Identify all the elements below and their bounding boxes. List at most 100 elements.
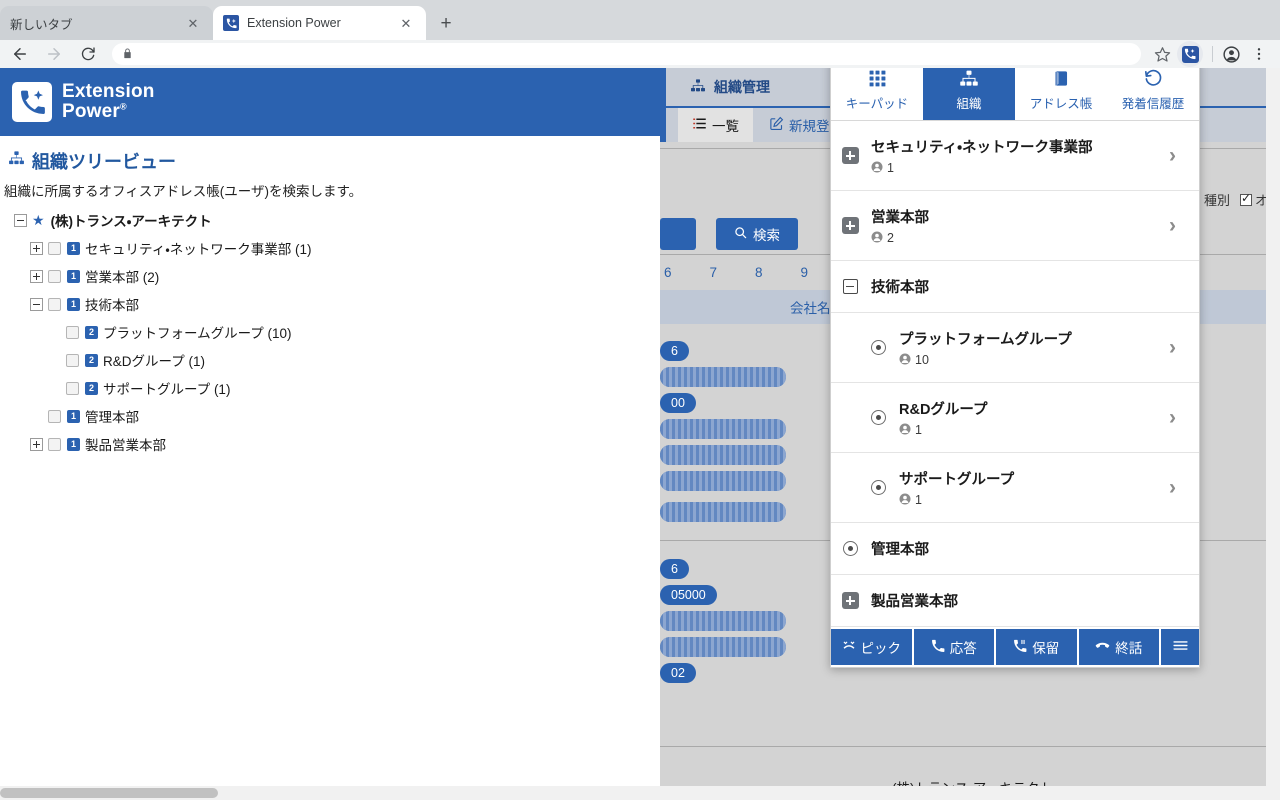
- pagination-link[interactable]: 6: [664, 265, 672, 280]
- menu-icon[interactable]: [1246, 41, 1272, 67]
- tab-list[interactable]: 一覧: [678, 108, 753, 142]
- popup-org-row[interactable]: 製品営業本部: [831, 575, 1199, 627]
- phone-number-pill[interactable]: 6: [660, 341, 689, 361]
- filter-checkbox-option[interactable]: オ: [1239, 190, 1268, 209]
- phone-number-pill[interactable]: 0-: [660, 445, 786, 465]
- popup-org-row[interactable]: サポートグループ 1 ›: [831, 453, 1199, 523]
- pagination-link[interactable]: 8: [755, 265, 763, 280]
- extension-power-toolbar-button[interactable]: [1177, 41, 1203, 67]
- address-bar[interactable]: [112, 43, 1141, 65]
- phone-number-pill[interactable]: 05000: [660, 585, 717, 605]
- chevron-right-icon[interactable]: ›: [1169, 477, 1187, 498]
- popup-org-row[interactable]: 管理本部: [831, 523, 1199, 575]
- pagination-link[interactable]: 9: [801, 265, 809, 280]
- secondary-action-button[interactable]: [660, 218, 696, 250]
- popup-phone-hangup-button[interactable]: 終話: [1078, 629, 1159, 665]
- close-icon[interactable]: ✕: [396, 13, 416, 33]
- tree-node-checkbox[interactable]: [66, 325, 79, 339]
- popup-phone-hold-button[interactable]: 保留: [996, 629, 1077, 665]
- person-icon: [899, 423, 911, 438]
- tree-node-label: サポートグループ (1): [103, 382, 231, 397]
- filter-label: 種別: [1203, 193, 1230, 208]
- popup-phone-answer-button[interactable]: 応答: [913, 629, 994, 665]
- popup-org-info: サポートグループ 1: [899, 468, 1169, 508]
- tree-node[interactable]: 2 サポートグループ (1): [0, 374, 660, 402]
- phone-number-pill[interactable]: 0-: [660, 637, 786, 657]
- popup-org-name: サポートグループ: [899, 471, 1015, 488]
- expand-icon[interactable]: [30, 269, 43, 283]
- brand-registered-mark: ®: [120, 101, 127, 112]
- popup-pick-button[interactable]: ピック: [831, 629, 912, 665]
- chevron-right-icon[interactable]: ›: [1169, 215, 1187, 236]
- popup-org-row[interactable]: R&Dグループ 1 ›: [831, 383, 1199, 453]
- popup-tab-keypad[interactable]: キーパッド: [831, 68, 923, 120]
- vertical-scrollbar[interactable]: [1266, 68, 1280, 786]
- popup-tab-address-book[interactable]: アドレス帳: [1015, 68, 1107, 120]
- tree-node-checkbox[interactable]: [48, 297, 61, 311]
- expand-icon[interactable]: [30, 437, 43, 451]
- expand-icon[interactable]: [839, 217, 861, 234]
- close-icon[interactable]: ✕: [183, 13, 203, 33]
- popup-hamburger-button[interactable]: [1161, 629, 1199, 665]
- phone-number-pill[interactable]: 0-: [660, 611, 786, 631]
- new-tab-button[interactable]: +: [432, 9, 460, 37]
- expand-icon[interactable]: [839, 147, 861, 164]
- chevron-right-icon[interactable]: ›: [1169, 407, 1187, 428]
- tree-node[interactable]: 2 プラットフォームグループ (10): [0, 318, 660, 346]
- level-badge-icon: 2: [85, 381, 98, 395]
- phone-number-pill[interactable]: 0-: [660, 502, 786, 522]
- expand-icon[interactable]: [30, 241, 43, 255]
- tree-node-checkbox[interactable]: [48, 269, 61, 283]
- chevron-right-icon[interactable]: ›: [1169, 337, 1187, 358]
- popup-tab-organization[interactable]: 組織: [923, 68, 1015, 120]
- tree-node[interactable]: 2 R&Dグループ (1): [0, 346, 660, 374]
- tree-node[interactable]: ★ (株)トランス・アーキテクト: [0, 206, 660, 234]
- tree-node-checkbox[interactable]: [66, 353, 79, 367]
- phone-number-pill[interactable]: 0-: [660, 419, 786, 439]
- expand-icon[interactable]: [839, 592, 861, 609]
- popup-org-row[interactable]: 技術本部: [831, 261, 1199, 313]
- tree-node-checkbox[interactable]: [48, 409, 61, 423]
- popup-org-row[interactable]: 営業本部 2 ›: [831, 191, 1199, 261]
- phone-number-pill[interactable]: 0-: [660, 367, 786, 387]
- tree-node-checkbox[interactable]: [66, 381, 79, 395]
- popup-org-row[interactable]: プラットフォームグループ 10 ›: [831, 313, 1199, 383]
- tree-node-checkbox[interactable]: [48, 241, 61, 255]
- back-icon[interactable]: [6, 40, 34, 68]
- phone-number-pill[interactable]: [660, 471, 786, 491]
- person-icon: [899, 493, 911, 508]
- chevron-right-icon[interactable]: ›: [1169, 145, 1187, 166]
- bookmark-star-icon[interactable]: [1149, 41, 1175, 67]
- collapse-icon[interactable]: [14, 213, 27, 227]
- tree-node[interactable]: 1 営業本部 (2): [0, 262, 660, 290]
- tree-node-label: 技術本部: [85, 298, 139, 313]
- tree-node[interactable]: 1 セキュリティ・ネットワーク事業部 (1): [0, 234, 660, 262]
- reload-icon[interactable]: [74, 40, 102, 68]
- tree-node[interactable]: 1 技術本部: [0, 290, 660, 318]
- tree-node[interactable]: 1 製品営業本部: [0, 430, 660, 458]
- popup-org-member-count: 1: [899, 423, 1169, 438]
- horizontal-scrollbar[interactable]: [0, 786, 1280, 800]
- collapse-icon[interactable]: [30, 297, 43, 311]
- browser-tab-extension-power[interactable]: Extension Power ✕: [213, 6, 426, 40]
- popup-org-info: 製品営業本部: [871, 590, 1187, 611]
- phone-number-pill[interactable]: 02: [660, 663, 696, 683]
- phone-number-pill[interactable]: 6: [660, 559, 689, 579]
- popup-org-list: セキュリティ・ネットワーク事業部 1 › 営業本部 2 › 技術本部 プラットフォームグループ…: [831, 121, 1199, 629]
- popup-tab-keypad-label: キーパッド: [845, 96, 909, 111]
- browser-tab-new[interactable]: 新しいタブ ✕: [0, 6, 213, 40]
- scrollbar-thumb[interactable]: [0, 788, 218, 798]
- popup-tab-call-history[interactable]: 発着信履歴: [1107, 68, 1199, 120]
- collapse-icon[interactable]: [839, 279, 861, 294]
- phone-number-pill[interactable]: 00: [660, 393, 696, 413]
- phone-answer-icon: [931, 639, 945, 656]
- tree-node[interactable]: 1 管理本部: [0, 402, 660, 430]
- search-button[interactable]: 検索: [716, 218, 798, 250]
- extension-power-header: Extension Power®: [0, 68, 660, 136]
- profile-icon[interactable]: [1218, 41, 1244, 67]
- pagination-link[interactable]: 7: [710, 265, 718, 280]
- tree-node-checkbox[interactable]: [48, 437, 61, 451]
- popup-org-row[interactable]: セキュリティ・ネットワーク事業部 1 ›: [831, 121, 1199, 191]
